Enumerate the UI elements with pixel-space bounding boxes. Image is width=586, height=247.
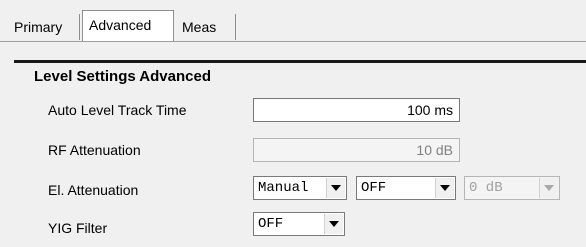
chevron-down-icon[interactable] [326,178,345,198]
el-attenuation-value-select: 0 dB [464,176,560,200]
advanced-panel: Level Settings Advanced Auto Level Track… [0,42,586,247]
panel-header-line [14,60,586,63]
yig-filter-select[interactable]: OFF [253,212,345,236]
el-attenuation-mode-value: Manual [258,180,309,196]
chevron-down-icon [539,178,558,198]
tab-bar: Primary Advanced Meas [0,0,586,44]
el-attenuation-state-value: OFF [361,180,387,196]
el-attenuation-value: 0 dB [469,180,503,196]
auto-level-track-time-label: Auto Level Track Time [48,102,187,118]
el-attenuation-mode-select[interactable]: Manual [253,176,347,200]
chevron-down-icon[interactable] [324,214,343,234]
tab-meas[interactable]: Meas [176,14,236,40]
yig-filter-value: OFF [258,216,284,232]
rf-attenuation-label: RF Attenuation [48,142,141,158]
el-attenuation-state-select[interactable]: OFF [356,176,456,200]
chevron-down-icon[interactable] [435,178,454,198]
rf-attenuation-input: 10 dB [253,138,460,162]
auto-level-track-time-input[interactable]: 100 ms [253,98,460,122]
tab-advanced[interactable]: Advanced [82,10,174,42]
yig-filter-label: YIG Filter [48,220,108,236]
el-attenuation-label: El. Attenuation [48,182,139,198]
tab-primary[interactable]: Primary [8,14,80,40]
section-title: Level Settings Advanced [34,68,211,85]
